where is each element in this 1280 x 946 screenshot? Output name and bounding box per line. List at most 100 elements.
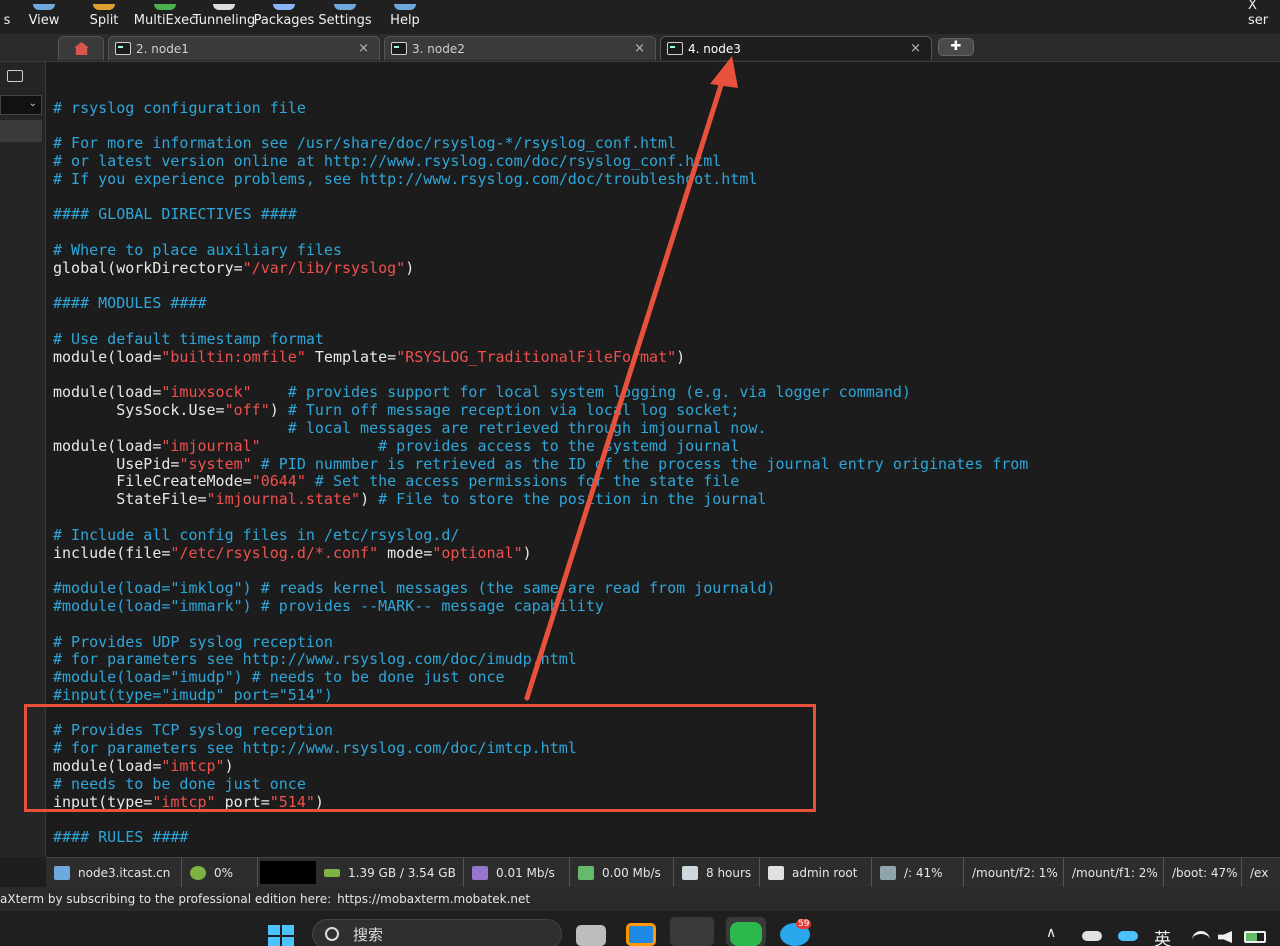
wechat-work-icon[interactable] bbox=[726, 917, 766, 946]
volume-icon[interactable] bbox=[1218, 931, 1232, 943]
license-link[interactable]: https://mobaxterm.mobatek.net bbox=[337, 892, 530, 906]
code-comment: #input(type="imudp" port="514") bbox=[53, 685, 333, 704]
code-comment: # PID nummber is retrieved as the ID of … bbox=[251, 454, 1029, 473]
home-tab[interactable] bbox=[58, 36, 104, 60]
task-view-icon[interactable] bbox=[576, 925, 606, 946]
cloud-icon[interactable] bbox=[1118, 931, 1138, 941]
windows-start-icon[interactable] bbox=[268, 925, 294, 946]
settings-icon bbox=[334, 4, 356, 10]
tab-node2-close-icon[interactable]: × bbox=[634, 41, 645, 56]
code-comment: #### GLOBAL DIRECTIVES #### bbox=[53, 205, 297, 224]
terminal-line: UsePid="system" # PID nummber is retriev… bbox=[53, 454, 1280, 474]
code-string: "imjournal.state" bbox=[206, 490, 361, 509]
tunneling-icon bbox=[213, 4, 235, 10]
code-text: Template= bbox=[305, 347, 397, 366]
tab-node3-label: 4. node3 bbox=[688, 41, 741, 56]
monitor-icon[interactable] bbox=[7, 70, 23, 82]
user-icon bbox=[768, 866, 784, 880]
battery-icon[interactable] bbox=[1244, 931, 1266, 943]
menu-sessions[interactable]: s bbox=[0, 0, 14, 34]
tab-node1[interactable]: 2. node1 × bbox=[108, 36, 380, 60]
menu-packages[interactable]: Packages bbox=[254, 0, 314, 34]
code-comment: # provides support for local system logg… bbox=[251, 383, 911, 402]
menu-tunneling-label: Tunneling bbox=[192, 13, 256, 28]
tab-node2-label: 3. node2 bbox=[412, 41, 465, 56]
sidebar-dropdown[interactable]: ⌄ bbox=[0, 95, 42, 115]
terminal-line: module(load="imjournal" # provides acces… bbox=[53, 436, 1280, 456]
code-string: "RSYSLOG_TraditionalFileFormat" bbox=[396, 347, 677, 366]
terminal-line: # Where to place auxiliary files bbox=[53, 241, 1280, 260]
code-comment: # For more information see /usr/share/do… bbox=[53, 134, 677, 153]
status-users-label: admin root bbox=[792, 866, 858, 880]
tab-node3-close-icon[interactable]: × bbox=[910, 41, 921, 56]
terminal-line: # Include all config files in /etc/rsysl… bbox=[53, 526, 1280, 545]
status-upload-label: 0.01 Mb/s bbox=[496, 866, 555, 880]
input-language[interactable]: 英 bbox=[1154, 925, 1171, 946]
code-string: "builtin:omfile" bbox=[161, 347, 306, 366]
upload-icon bbox=[472, 866, 488, 880]
code-comment: # or latest version online at http://www… bbox=[53, 151, 722, 170]
status-host: node3.itcast.cn bbox=[46, 858, 182, 888]
tab-node2[interactable]: 3. node2 × bbox=[384, 36, 656, 60]
menu-view[interactable]: View bbox=[24, 0, 64, 34]
tray-chevron-icon[interactable]: ∧ bbox=[1046, 925, 1056, 941]
onedrive-icon[interactable] bbox=[1082, 931, 1102, 941]
code-string: "off" bbox=[224, 401, 270, 420]
code-string: "system" bbox=[179, 454, 252, 473]
vmware-icon[interactable] bbox=[626, 923, 656, 946]
search-icon bbox=[325, 927, 339, 941]
code-comment: #module(load="imklog") # reads kernel me… bbox=[53, 579, 776, 598]
terminal-line: # rsyslog configuration file bbox=[53, 99, 1280, 118]
windows-taskbar: 搜索 59 ∧ 英 bbox=[0, 911, 1280, 946]
terminal-line: #### RULES #### bbox=[53, 828, 1280, 847]
tab-node3[interactable]: 4. node3 × bbox=[660, 36, 932, 60]
wifi-icon[interactable] bbox=[1192, 931, 1210, 943]
menu-split[interactable]: Split bbox=[84, 0, 124, 34]
cpu-graph bbox=[260, 861, 316, 884]
status-disk-root-label: /: 41% bbox=[904, 866, 943, 880]
mobaxterm-taskbar-icon[interactable] bbox=[670, 917, 714, 946]
taskbar-search-input[interactable]: 搜索 bbox=[312, 919, 562, 946]
menu-tunneling[interactable]: Tunneling bbox=[192, 0, 256, 34]
code-string: "optional" bbox=[432, 543, 523, 562]
multiexec-icon bbox=[154, 4, 176, 10]
terminal-line: #input(type="imudp" port="514") bbox=[53, 685, 1280, 705]
code-text: StateFile= bbox=[53, 490, 207, 509]
terminal-line: #module(load="imklog") # reads kernel me… bbox=[53, 579, 1280, 598]
terminal-line: # If you experience problems, see http:/… bbox=[53, 170, 1280, 189]
code-text: ) bbox=[405, 258, 415, 277]
code-comment: #### RULES #### bbox=[53, 828, 189, 847]
code-text: mode= bbox=[378, 543, 433, 562]
menu-xserver[interactable]: X ser bbox=[1248, 0, 1280, 34]
new-tab-button[interactable]: ✚ bbox=[938, 38, 974, 56]
menu-help[interactable]: Help bbox=[388, 0, 422, 34]
code-text: include(file= bbox=[53, 543, 171, 562]
code-text: module(load= bbox=[53, 436, 162, 455]
disk-icon bbox=[880, 866, 896, 880]
code-comment: # Provides UDP syslog reception bbox=[53, 632, 333, 651]
status-memory: 1.39 GB / 3.54 GB bbox=[316, 858, 464, 888]
memory-icon bbox=[324, 869, 340, 877]
menu-settings[interactable]: Settings bbox=[318, 0, 372, 34]
status-disk-more-label: /ex bbox=[1250, 866, 1269, 880]
terminal-line: StateFile="imjournal.state") # File to s… bbox=[53, 490, 1280, 509]
home-icon bbox=[74, 42, 89, 55]
code-text: ) bbox=[676, 347, 686, 366]
sidebar-selected-item[interactable] bbox=[0, 120, 42, 142]
menu-multiexec[interactable]: MultiExec bbox=[134, 0, 196, 34]
tab-node1-close-icon[interactable]: × bbox=[358, 41, 369, 56]
terminal-line: # local messages are retrieved through i… bbox=[53, 419, 1280, 438]
tab-node1-label: 2. node1 bbox=[136, 41, 189, 56]
telegram-icon[interactable]: 59 bbox=[780, 919, 812, 946]
status-bar: node3.itcast.cn 0% 1.39 GB / 3.54 GB 0.0… bbox=[46, 857, 1280, 888]
code-comment: # Use default timestamp format bbox=[53, 329, 324, 348]
terminal-line: include(file="/etc/rsyslog.d/*.conf" mod… bbox=[53, 543, 1280, 563]
menu-sessions-label: s bbox=[3, 13, 11, 28]
status-download-label: 0.00 Mb/s bbox=[602, 866, 661, 880]
status-disk-boot-label: /boot: 47% bbox=[1172, 866, 1238, 880]
code-text: ) bbox=[269, 401, 288, 420]
